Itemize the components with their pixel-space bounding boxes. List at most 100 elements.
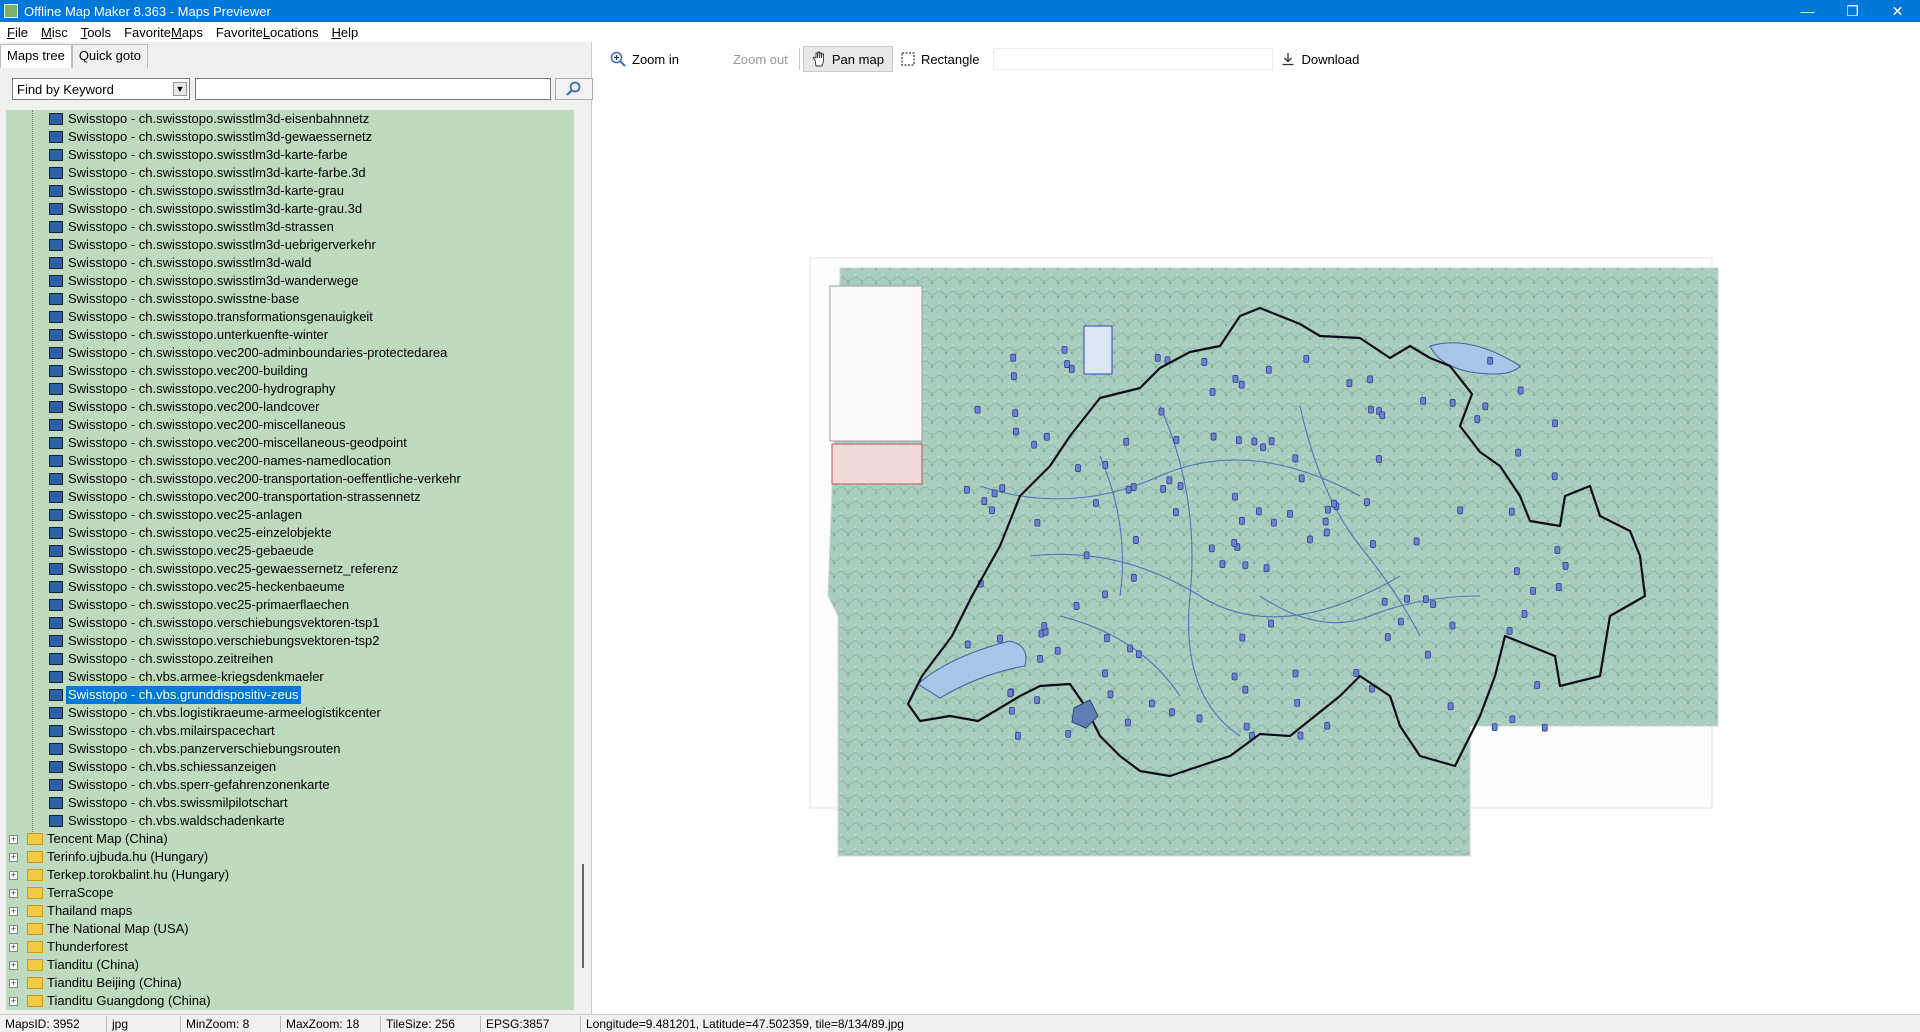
keyword-input[interactable]: [195, 78, 551, 100]
tab-maps-tree[interactable]: Maps tree: [0, 44, 72, 68]
tree-leaf-item[interactable]: Swisstopo - ch.swisstopo.vec25-einzelobj…: [6, 524, 574, 542]
pan-map-button[interactable]: Pan map: [802, 46, 893, 72]
tab-quick-goto[interactable]: Quick goto: [71, 44, 148, 68]
tree-leaf-item[interactable]: Swisstopo - ch.swisstopo.vec200-transpor…: [6, 488, 574, 506]
tree-leaf-item[interactable]: Swisstopo - ch.vbs.schiessanzeigen: [6, 758, 574, 776]
tree-leaf-item[interactable]: Swisstopo - ch.swisstopo.swisstlm3d-kart…: [6, 164, 574, 182]
tree-folder-item[interactable]: + Terkep.torokbalint.hu (Hungary): [6, 866, 574, 884]
map-marker: [1298, 474, 1305, 483]
tree-leaf-item[interactable]: Swisstopo - ch.swisstopo.vec200-building: [6, 362, 574, 380]
tree-folder-label: Tianditu Guangdong (China): [47, 993, 211, 1008]
menu-file[interactable]: File: [0, 25, 34, 40]
tree-leaf-item[interactable]: Swisstopo - ch.swisstopo.swisstlm3d-wald: [6, 254, 574, 272]
map-preview[interactable]: [600, 76, 1920, 1014]
expand-icon[interactable]: +: [9, 907, 18, 916]
tree-folder-item[interactable]: + Tianditu Beijing (China): [6, 974, 574, 992]
tree-leaf-item[interactable]: Swisstopo - ch.swisstopo.vec25-heckenbae…: [6, 578, 574, 596]
expand-icon[interactable]: +: [9, 943, 18, 952]
expand-icon[interactable]: +: [9, 979, 18, 988]
expand-icon[interactable]: +: [9, 925, 18, 934]
map-marker: [1263, 564, 1270, 573]
tree-folder-item[interactable]: + TerraScope: [6, 884, 574, 902]
tree-folder-item[interactable]: + Thunderforest: [6, 938, 574, 956]
map-image[interactable]: [600, 76, 1920, 1014]
tree-leaf-item[interactable]: Swisstopo - ch.swisstopo.swisstlm3d-uebr…: [6, 236, 574, 254]
tree-leaf-item[interactable]: Swisstopo - ch.swisstopo.vec25-gebaeude: [6, 542, 574, 560]
tree-leaf-item[interactable]: Swisstopo - ch.swisstopo.vec200-miscella…: [6, 416, 574, 434]
tree-leaf-item[interactable]: Swisstopo - ch.swisstopo.swisstne-base: [6, 290, 574, 308]
tree-leaf-item[interactable]: Swisstopo - ch.swisstopo.swisstlm3d-gewa…: [6, 128, 574, 146]
tree-leaf-item[interactable]: Swisstopo - ch.swisstopo.vec200-transpor…: [6, 470, 574, 488]
tree-leaf-item[interactable]: Swisstopo - ch.swisstopo.swisstlm3d-eise…: [6, 110, 574, 128]
tree-leaf-item[interactable]: Swisstopo - ch.swisstopo.swisstlm3d-kart…: [6, 146, 574, 164]
tree-leaf-item[interactable]: Swisstopo - ch.swisstopo.vec25-gewaesser…: [6, 560, 574, 578]
tree-folder-item[interactable]: + Tianditu (China): [6, 956, 574, 974]
find-mode-select[interactable]: Find by Keyword ▼: [12, 78, 190, 100]
tree-leaf-item[interactable]: Swisstopo - ch.vbs.sperr-gefahrenzonenka…: [6, 776, 574, 794]
expand-icon[interactable]: +: [9, 997, 18, 1006]
tree-leaf-label: Swisstopo - ch.vbs.milairspacechart: [68, 723, 275, 738]
tree-leaf-item[interactable]: Swisstopo - ch.swisstopo.unterkuenfte-wi…: [6, 326, 574, 344]
expand-icon[interactable]: +: [9, 853, 18, 862]
tree-leaf-item[interactable]: Swisstopo - ch.swisstopo.vec200-hydrogra…: [6, 380, 574, 398]
tree-leaf-item[interactable]: Swisstopo - ch.swisstopo.swisstlm3d-wand…: [6, 272, 574, 290]
tree-leaf-item[interactable]: Swisstopo - ch.swisstopo.transformations…: [6, 308, 574, 326]
tree-leaf-item[interactable]: Swisstopo - ch.swisstopo.vec200-names-na…: [6, 452, 574, 470]
tree-leaf-item[interactable]: Swisstopo - ch.swisstopo.verschiebungsve…: [6, 614, 574, 632]
zoom-out-button[interactable]: Zoom out: [725, 46, 796, 72]
tree-leaf-item[interactable]: Swisstopo - ch.swisstopo.vec25-anlagen: [6, 506, 574, 524]
rectangle-button[interactable]: Rectangle: [893, 46, 988, 72]
tree-leaf-item[interactable]: Swisstopo - ch.vbs.panzerverschiebungsro…: [6, 740, 574, 758]
tree-leaf-item[interactable]: Swisstopo - ch.swisstopo.vec200-landcove…: [6, 398, 574, 416]
tree-folder-item[interactable]: + Thailand maps: [6, 902, 574, 920]
menu-tools[interactable]: Tools: [74, 25, 117, 40]
tree-leaf-item[interactable]: Swisstopo - ch.swisstopo.swisstlm3d-kart…: [6, 200, 574, 218]
map-marker: [1173, 435, 1180, 444]
toolbar-field[interactable]: [993, 48, 1274, 70]
map-marker: [964, 640, 971, 649]
maps-tree[interactable]: Swisstopo - ch.swisstopo.swisstlm3d-eise…: [6, 110, 574, 1010]
tree-folder-item[interactable]: + Terinfo.ujbuda.hu (Hungary): [6, 848, 574, 866]
download-button[interactable]: Download: [1273, 46, 1367, 72]
tree-leaf-item[interactable]: Swisstopo - ch.swisstopo.zeitreihen: [6, 650, 574, 668]
tree-leaf-item[interactable]: Swisstopo - ch.swisstopo.verschiebungsve…: [6, 632, 574, 650]
tree-leaf-item[interactable]: Swisstopo - ch.vbs.grunddispositiv-zeus: [6, 686, 574, 704]
tree-folder-item[interactable]: + The National Map (USA): [6, 920, 574, 938]
close-button[interactable]: ✕: [1875, 0, 1920, 22]
map-layer-icon: [49, 185, 63, 197]
tree-leaf-item[interactable]: Swisstopo - ch.swisstopo.vec25-primaerfl…: [6, 596, 574, 614]
expand-icon[interactable]: +: [9, 871, 18, 880]
tree-leaf-item[interactable]: Swisstopo - ch.swisstopo.swisstlm3d-kart…: [6, 182, 574, 200]
search-button[interactable]: [555, 78, 593, 100]
tree-leaf-label: Swisstopo - ch.vbs.schiessanzeigen: [68, 759, 277, 774]
left-panel: Maps tree Quick goto Find by Keyword ▼ S…: [0, 42, 593, 1014]
maximize-button[interactable]: ❐: [1830, 0, 1875, 22]
tree-leaf-item[interactable]: Swisstopo - ch.vbs.milairspacechart: [6, 722, 574, 740]
zoom-in-button[interactable]: Zoom in: [602, 46, 687, 72]
status-coordinates: Longitude=9.481201, Latitude=47.502359, …: [586, 1016, 904, 1031]
minimize-button[interactable]: —: [1785, 0, 1830, 22]
tree-leaf-item[interactable]: Swisstopo - ch.vbs.swissmilpilotschart: [6, 794, 574, 812]
expand-icon[interactable]: +: [9, 961, 18, 970]
map-marker: [1012, 427, 1019, 436]
tree-folder-item[interactable]: + Tianditu Guangdong (China): [6, 992, 574, 1010]
map-layer-icon: [49, 743, 63, 755]
tree-scrollbar-thumb[interactable]: [582, 864, 584, 968]
map-marker: [1384, 633, 1391, 641]
tree-leaf-item[interactable]: Swisstopo - ch.swisstopo.vec200-miscella…: [6, 434, 574, 452]
map-marker: [1270, 518, 1277, 527]
menu-favoritemaps[interactable]: FavoriteMaps: [117, 25, 209, 40]
tree-leaf-item[interactable]: Swisstopo - ch.vbs.armee-kriegsdenkmaele…: [6, 668, 574, 686]
menu-favoritelocations[interactable]: FavoriteLocations: [209, 25, 325, 40]
tree-leaf-item[interactable]: Swisstopo - ch.vbs.logistikraeume-armeel…: [6, 704, 574, 722]
tree-leaf-item[interactable]: Swisstopo - ch.vbs.waldschadenkarte: [6, 812, 574, 830]
tree-leaf-item[interactable]: Swisstopo - ch.swisstopo.swisstlm3d-stra…: [6, 218, 574, 236]
map-marker: [1376, 455, 1382, 463]
tree-leaf-item[interactable]: Swisstopo - ch.swisstopo.vec200-adminbou…: [6, 344, 574, 362]
expand-icon[interactable]: +: [9, 889, 18, 898]
tree-folder-item[interactable]: + Tencent Map (China): [6, 830, 574, 848]
menu-misc[interactable]: Misc: [34, 25, 74, 40]
menu-help[interactable]: Help: [324, 25, 364, 40]
map-marker: [1148, 699, 1155, 708]
expand-icon[interactable]: +: [9, 835, 18, 844]
